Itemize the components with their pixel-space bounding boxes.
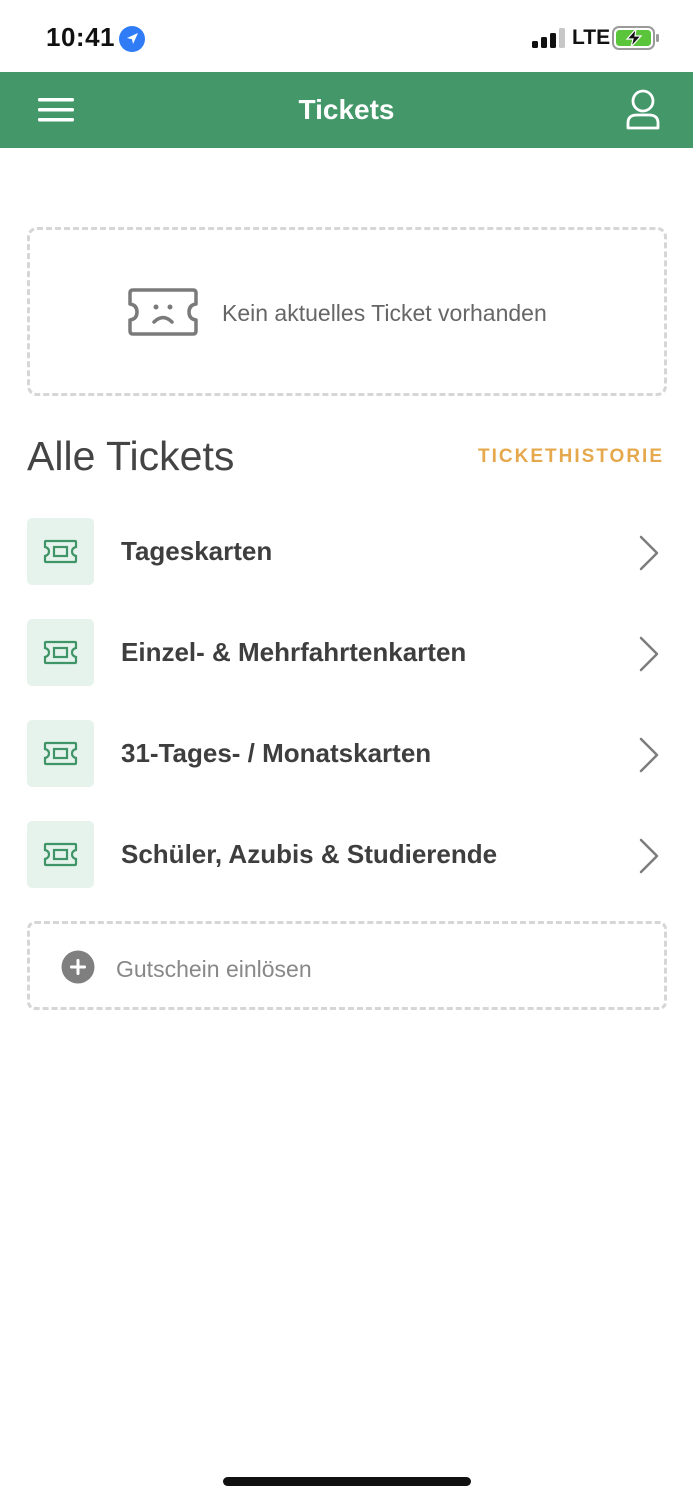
ticket-icon xyxy=(43,640,78,665)
chevron-right-icon xyxy=(639,838,659,874)
network-type: LTE xyxy=(572,26,611,49)
list-item-schueler-azubis-studierende[interactable]: Schüler, Azubis & Studierende xyxy=(0,813,693,897)
empty-ticket-message: Kein aktuelles Ticket vorhanden xyxy=(222,300,547,326)
chevron-right-icon xyxy=(639,535,659,571)
battery-charging-icon xyxy=(612,26,659,50)
ticket-icon-box xyxy=(27,518,94,585)
ticket-icon xyxy=(43,741,78,766)
ticket-history-link[interactable]: TICKETHISTORIE xyxy=(478,446,664,468)
ticket-icon-box xyxy=(27,619,94,686)
ticket-icon xyxy=(43,539,78,564)
page-title: Tickets xyxy=(298,94,395,125)
user-profile-icon[interactable] xyxy=(620,88,666,132)
ticket-icon-box xyxy=(27,720,94,787)
list-item-monatskarten[interactable]: 31-Tages- / Monatskarten xyxy=(0,712,693,796)
list-item-einzelkarten[interactable]: Einzel- & Mehrfahrtenkarten xyxy=(0,611,693,695)
status-time: 10:41 xyxy=(46,22,115,52)
current-ticket-empty-state: Kein aktuelles Ticket vorhanden xyxy=(27,227,667,396)
voucher-label: Gutschein einlösen xyxy=(116,956,312,982)
redeem-voucher-button[interactable]: Gutschein einlösen xyxy=(27,921,667,1010)
cellular-signal-icon xyxy=(532,28,565,48)
home-indicator[interactable] xyxy=(223,1477,471,1486)
plus-circle-icon xyxy=(61,950,95,984)
chevron-right-icon xyxy=(639,737,659,773)
sad-ticket-icon xyxy=(128,288,198,336)
status-bar: 10:41 LTE xyxy=(0,0,693,72)
ticket-icon-box xyxy=(27,821,94,888)
list-item-label: Einzel- & Mehrfahrtenkarten xyxy=(121,637,467,667)
location-arrow-icon xyxy=(119,26,145,52)
list-item-label: Schüler, Azubis & Studierende xyxy=(121,839,498,869)
chevron-right-icon xyxy=(639,636,659,672)
list-item-tageskarten[interactable]: Tageskarten xyxy=(0,510,693,594)
app-bar: Tickets xyxy=(0,72,693,148)
list-item-label: Tageskarten xyxy=(121,536,273,566)
list-item-label: 31-Tages- / Monatskarten xyxy=(121,738,432,768)
ticket-icon xyxy=(43,842,78,867)
all-tickets-heading: Alle Tickets xyxy=(27,433,235,479)
